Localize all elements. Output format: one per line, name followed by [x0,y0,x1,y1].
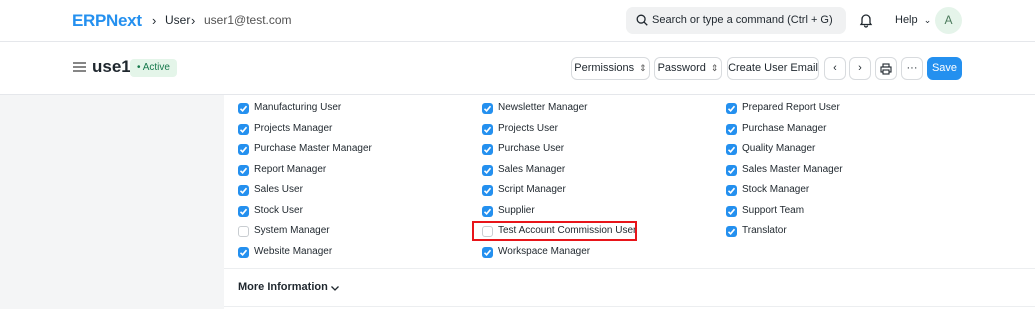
chevron-down-icon[interactable] [329,282,341,294]
checkbox-checked-icon[interactable] [238,185,249,196]
chevron-left-icon: ‹ [833,62,837,74]
role-label: Sales User [254,184,303,195]
checkbox-checked-icon[interactable] [482,144,493,155]
breadcrumb-separator-icon: › [152,13,157,28]
roles-section [224,95,1035,309]
more-actions-button[interactable]: ··· [901,57,923,80]
more-information-toggle[interactable]: More Information [238,281,328,293]
section-divider [224,306,1035,307]
checkbox-checked-icon[interactable] [726,164,737,176]
role-label: Stock User [254,204,303,216]
chevron-down-icon: ⌄ [923,15,932,25]
checkbox-checked-icon[interactable] [238,246,249,258]
checkbox-checked-icon[interactable] [238,164,249,176]
previous-record-button[interactable]: ‹ [824,57,846,80]
checkbox-checked-icon[interactable] [482,185,493,196]
checkbox-checked-icon[interactable] [726,205,737,217]
checkbox-checked-icon[interactable] [726,144,737,155]
checkbox-checked-icon[interactable] [238,205,249,217]
checkbox-checked-icon[interactable] [726,123,737,135]
chevron-updown-icon: ⇕ [710,63,719,73]
permissions-button[interactable]: Permissions ⇕ [571,57,650,80]
role-label: Purchase Master Manager [254,143,372,154]
navbar: ERPNext › User › user1@test.com Search o… [0,0,1035,42]
role-label: Report Manager [254,163,327,175]
password-label: Password [657,62,706,74]
chevron-right-icon: › [858,62,862,74]
breadcrumb-current[interactable]: user1@test.com [204,13,292,27]
role-label: Sales Manager [498,163,566,175]
printer-icon [880,63,892,75]
search-placeholder: Search or type a command (Ctrl + G) [652,14,833,26]
avatar[interactable]: A [935,7,962,34]
role-label: Script Manager [498,184,566,195]
role-label: Projects User [498,122,559,134]
breadcrumb-separator-icon: › [191,13,196,28]
permissions-label: Permissions [574,62,635,74]
notification-bell-icon[interactable] [858,12,874,28]
role-label: Website Manager [254,245,333,257]
help-menu[interactable]: Help ⌄ [895,14,931,26]
checkbox-checked-icon[interactable] [726,226,737,237]
checkbox-checked-icon[interactable] [482,123,493,135]
role-label: Prepared Report User [742,102,840,113]
checkbox-checked-icon[interactable] [238,103,249,114]
app-logo[interactable]: ERPNext [72,11,142,31]
role-label: Stock Manager [742,184,810,195]
role-label: Sales Master Manager [742,163,843,175]
password-button[interactable]: Password ⇕ [654,57,722,80]
role-label: Purchase User [498,143,565,154]
print-button[interactable] [875,57,897,80]
checkbox-checked-icon[interactable] [238,144,249,155]
page-title: use1 [92,57,131,76]
checkbox-checked-icon[interactable] [482,205,493,217]
breadcrumb-user[interactable]: User [165,13,190,27]
role-label: Newsletter Manager [498,102,588,113]
help-label: Help [895,14,918,26]
checkbox-checked-icon[interactable] [726,185,737,196]
status-badge: • Active [130,59,177,77]
role-label: Purchase Manager [742,122,827,134]
status-badge-label: Active [142,62,170,73]
checkbox-unchecked-icon[interactable] [238,226,249,237]
search-icon [636,14,648,26]
checkbox-checked-icon[interactable] [482,103,493,114]
sidebar-toggle-icon[interactable] [73,62,86,72]
next-record-button[interactable]: › [849,57,871,80]
role-label: Manufacturing User [254,102,342,113]
checkbox-checked-icon[interactable] [482,164,493,176]
highlight-box [472,221,637,241]
checkbox-checked-icon[interactable] [726,103,737,114]
search-bar[interactable]: Search or type a command (Ctrl + G) [626,7,846,34]
role-label: Supplier [498,204,535,216]
role-label: System Manager [254,225,330,236]
chevron-updown-icon: ⇕ [639,63,647,73]
role-label: Workspace Manager [498,245,591,257]
save-button[interactable]: Save [927,57,962,80]
role-label: Quality Manager [742,143,816,154]
checkbox-checked-icon[interactable] [238,123,249,135]
role-label: Translator [742,225,787,236]
role-label: Support Team [742,204,805,216]
section-divider [224,268,1035,269]
page-header: use1 • Active Permissions ⇕ Password ⇕ Cre… [0,42,1035,95]
role-label: Projects Manager [254,122,333,134]
checkbox-checked-icon[interactable] [482,246,493,258]
create-user-email-button[interactable]: Create User Email [727,57,819,80]
